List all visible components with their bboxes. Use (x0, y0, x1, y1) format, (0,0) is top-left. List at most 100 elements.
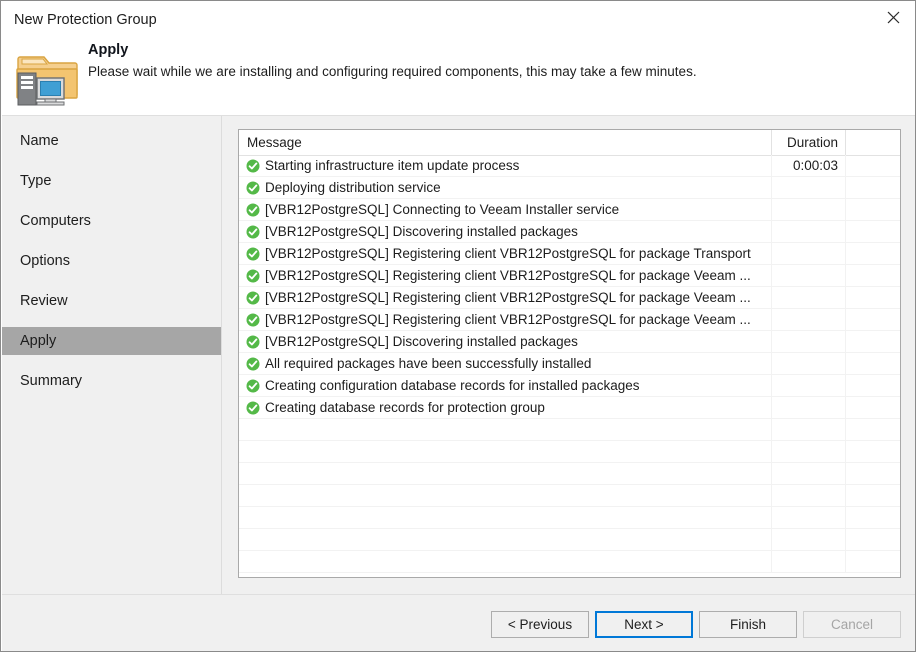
sidebar-item-apply[interactable]: Apply (2, 327, 221, 355)
sidebar-item-type[interactable]: Type (2, 167, 221, 195)
cell-extra (845, 507, 900, 528)
table-row[interactable]: Starting infrastructure item update proc… (239, 155, 900, 177)
cell-duration (771, 331, 845, 352)
table-row[interactable]: Creating configuration database records … (239, 375, 900, 397)
cell-extra (845, 485, 900, 506)
success-check-icon (246, 181, 260, 195)
success-check-icon (246, 379, 260, 393)
cell-extra (845, 529, 900, 550)
cell-extra (845, 397, 900, 418)
success-check-icon (246, 401, 260, 415)
table-row[interactable]: [VBR12PostgreSQL] Registering client VBR… (239, 309, 900, 331)
page-title: Apply (88, 42, 128, 58)
cell-message (239, 485, 771, 506)
cell-message: Deploying distribution service (239, 177, 771, 198)
cell-message: [VBR12PostgreSQL] Connecting to Veeam In… (239, 199, 771, 220)
cell-extra (845, 441, 900, 462)
cancel-button: Cancel (803, 611, 901, 638)
cell-extra (845, 177, 900, 198)
cell-extra (845, 265, 900, 286)
cell-message: [VBR12PostgreSQL] Registering client VBR… (239, 287, 771, 308)
new-protection-group-dialog: New Protection Group (0, 0, 916, 652)
column-header-duration[interactable]: Duration (771, 130, 845, 155)
sidebar-item-computers[interactable]: Computers (2, 207, 221, 235)
cell-duration (771, 375, 845, 396)
previous-button[interactable]: < Previous (491, 611, 589, 638)
cell-extra (845, 221, 900, 242)
cell-duration (771, 287, 845, 308)
dialog-header: Apply Please wait while we are installin… (2, 39, 916, 115)
progress-log-rows[interactable]: Starting infrastructure item update proc… (239, 155, 900, 577)
wizard-steps-sidebar: Name Type Computers Options Review Apply Summa… (2, 116, 221, 594)
cell-message (239, 551, 771, 572)
message-text: Starting infrastructure item update proc… (265, 158, 519, 173)
next-button[interactable]: Next > (595, 611, 693, 638)
cell-duration (771, 221, 845, 242)
cell-extra (845, 375, 900, 396)
table-row[interactable] (239, 441, 900, 463)
cell-message: [VBR12PostgreSQL] Discovering installed … (239, 221, 771, 242)
cell-message: [VBR12PostgreSQL] Registering client VBR… (239, 309, 771, 330)
table-row[interactable]: [VBR12PostgreSQL] Connecting to Veeam In… (239, 199, 900, 221)
cell-duration (771, 309, 845, 330)
cell-duration (771, 397, 845, 418)
table-row[interactable] (239, 419, 900, 441)
table-row[interactable] (239, 463, 900, 485)
cell-extra (845, 419, 900, 440)
cell-extra (845, 309, 900, 330)
sidebar-item-label: Options (20, 253, 70, 269)
message-text: [VBR12PostgreSQL] Discovering installed … (265, 334, 578, 349)
table-row[interactable]: [VBR12PostgreSQL] Registering client VBR… (239, 287, 900, 309)
success-check-icon (246, 357, 260, 371)
sidebar-item-review[interactable]: Review (2, 287, 221, 315)
table-row[interactable]: [VBR12PostgreSQL] Discovering installed … (239, 331, 900, 353)
sidebar-item-label: Type (20, 173, 51, 189)
cell-message: Starting infrastructure item update proc… (239, 155, 771, 176)
content-pane: Message Duration Starting infrastructure… (222, 116, 916, 594)
table-row[interactable]: Creating database records for protection… (239, 397, 900, 419)
success-check-icon (246, 159, 260, 173)
table-row[interactable] (239, 529, 900, 551)
cell-message: All required packages have been successf… (239, 353, 771, 374)
success-check-icon (246, 291, 260, 305)
cell-extra (845, 243, 900, 264)
message-text: [VBR12PostgreSQL] Discovering installed … (265, 224, 578, 239)
table-row[interactable] (239, 551, 900, 573)
column-header-extra[interactable] (845, 130, 900, 155)
sidebar-item-label: Name (20, 133, 59, 149)
table-row[interactable]: [VBR12PostgreSQL] Registering client VBR… (239, 243, 900, 265)
cell-message (239, 529, 771, 550)
close-icon (887, 11, 900, 24)
cell-duration (771, 551, 845, 572)
cell-extra (845, 287, 900, 308)
cell-message: Creating configuration database records … (239, 375, 771, 396)
table-row[interactable]: [VBR12PostgreSQL] Registering client VBR… (239, 265, 900, 287)
table-row[interactable]: [VBR12PostgreSQL] Discovering installed … (239, 221, 900, 243)
cell-message (239, 463, 771, 484)
progress-log-panel: Message Duration Starting infrastructure… (238, 129, 901, 578)
cell-message: Creating database records for protection… (239, 397, 771, 418)
table-row[interactable]: Deploying distribution service (239, 177, 900, 199)
title-bar: New Protection Group (2, 2, 916, 39)
message-text: [VBR12PostgreSQL] Connecting to Veeam In… (265, 202, 619, 217)
message-text: [VBR12PostgreSQL] Registering client VBR… (265, 312, 751, 327)
sidebar-item-name[interactable]: Name (2, 127, 221, 155)
table-row[interactable] (239, 507, 900, 529)
finish-button[interactable]: Finish (699, 611, 797, 638)
message-text: [VBR12PostgreSQL] Registering client VBR… (265, 290, 751, 305)
message-text: [VBR12PostgreSQL] Registering client VBR… (265, 268, 751, 283)
cell-message: [VBR12PostgreSQL] Discovering installed … (239, 331, 771, 352)
page-subtitle: Please wait while we are installing and … (88, 64, 697, 79)
table-row[interactable] (239, 485, 900, 507)
sidebar-item-options[interactable]: Options (2, 247, 221, 275)
table-row[interactable]: All required packages have been successf… (239, 353, 900, 375)
cell-extra (845, 353, 900, 374)
cell-message: [VBR12PostgreSQL] Registering client VBR… (239, 243, 771, 264)
cell-duration: 0:00:03 (771, 155, 845, 176)
cell-extra (845, 551, 900, 572)
close-button[interactable] (870, 2, 916, 33)
cell-duration (771, 485, 845, 506)
message-text: [VBR12PostgreSQL] Registering client VBR… (265, 246, 751, 261)
column-header-message[interactable]: Message (239, 130, 771, 155)
sidebar-item-summary[interactable]: Summary (2, 367, 221, 395)
